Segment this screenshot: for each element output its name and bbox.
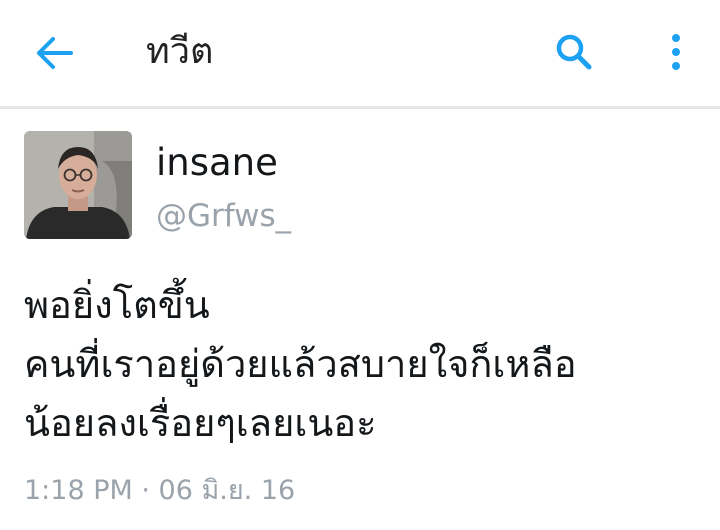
user-avatar-icon xyxy=(24,131,132,239)
more-options-button[interactable] xyxy=(656,28,696,76)
search-button[interactable] xyxy=(550,28,598,76)
arrow-left-icon xyxy=(37,37,73,69)
tweet-detail-screen: ทวีต insane @Grfws_ พอยิ่งโตขึ้น คนที่เร… xyxy=(0,0,720,530)
search-icon xyxy=(556,34,592,70)
back-button[interactable] xyxy=(30,30,80,76)
avatar[interactable] xyxy=(24,131,132,239)
page-title: ทวีต xyxy=(146,31,214,72)
tweet-text-line: คนที่เราอยู่ด้วยแล้วสบายใจก็เหลือ xyxy=(24,342,577,386)
tweet-text-line: น้อยลงเรื่อยๆเลยเนอะ xyxy=(24,401,377,445)
user-handle[interactable]: @Grfws_ xyxy=(156,194,291,238)
tweet-text-line: พอยิ่งโตขึ้น xyxy=(24,283,210,327)
header-divider xyxy=(0,106,720,109)
tweet-text: พอยิ่งโตขึ้น คนที่เราอยู่ด้วยแล้วสบายใจก… xyxy=(24,276,704,453)
top-app-bar: ทวีต xyxy=(0,0,720,106)
display-name[interactable]: insane xyxy=(156,138,278,188)
more-vertical-icon xyxy=(672,34,680,70)
tweet-timestamp: 1:18 PM · 06 มิ.ย. 16 xyxy=(24,475,296,506)
